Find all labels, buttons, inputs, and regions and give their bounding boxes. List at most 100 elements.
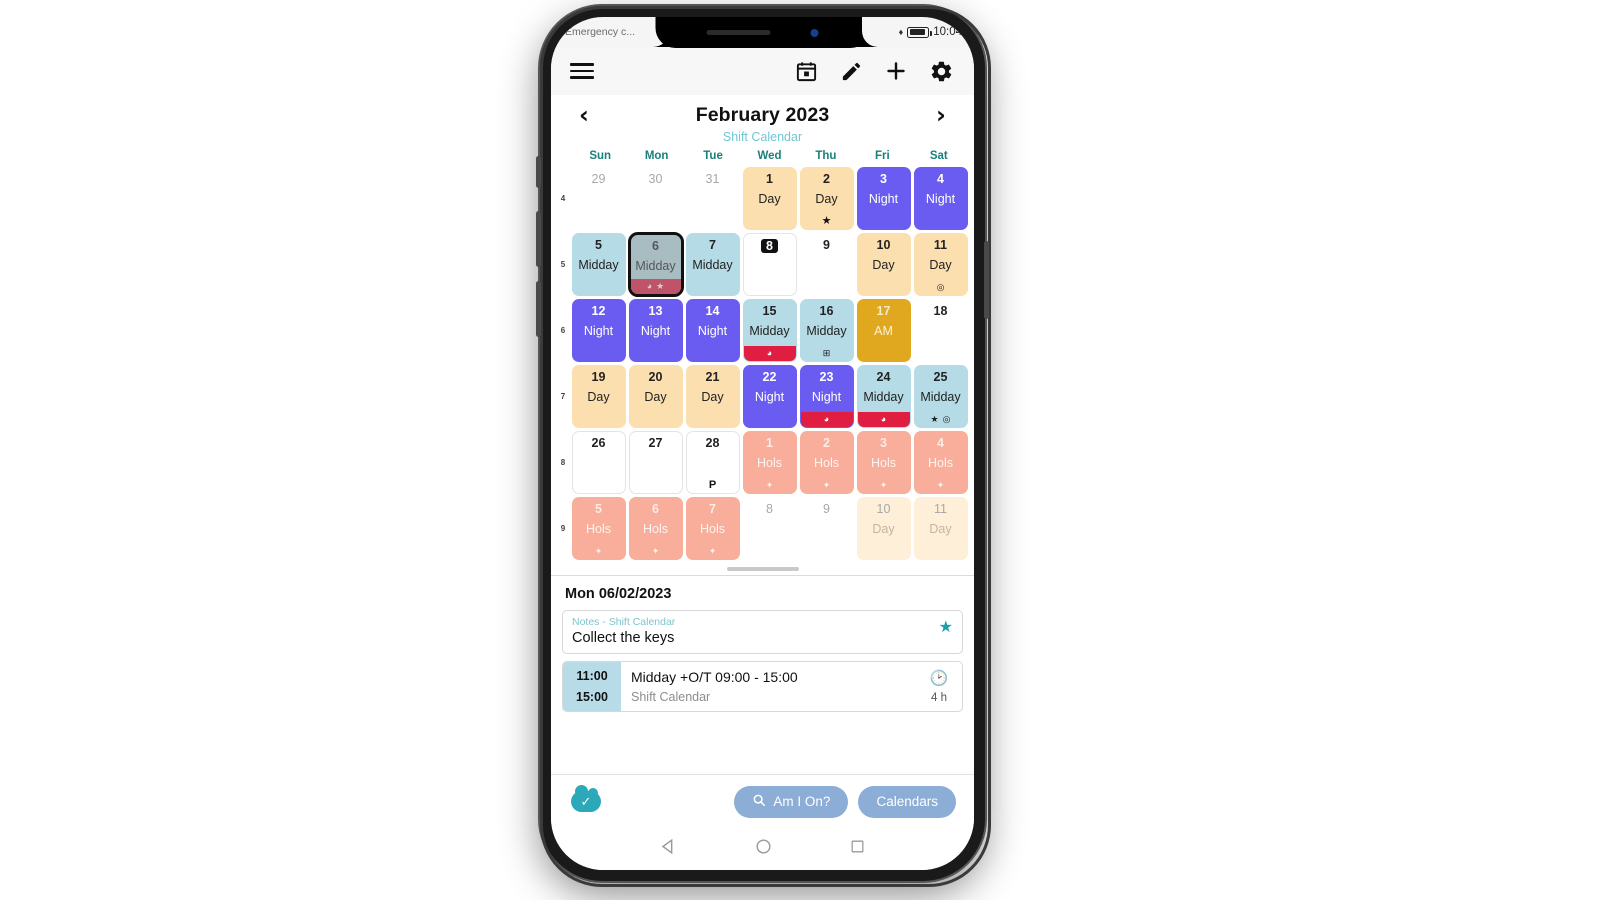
plus-icon: ✦ — [651, 545, 660, 556]
weeks-container: 4 29 30 31 1 Day 2 Day ★ 3 Night 4 Night 5 5 Midday 6 Mid… — [556, 165, 969, 561]
calendar-day-cell[interactable]: 27 — [628, 430, 683, 494]
day-number: 21 — [705, 369, 720, 384]
calendar-day-cell[interactable]: 31 — [685, 166, 740, 230]
day-number: 2 — [823, 435, 830, 450]
calendar-day-cell[interactable]: 10 Day — [856, 232, 911, 296]
day-number: 16 — [819, 303, 834, 318]
day-number: 11 — [934, 501, 947, 516]
day-badge-bar: ⊞ — [801, 346, 853, 361]
day-badge-bar: ◎ — [915, 280, 967, 295]
phone-screen: Emergency c... ♦ 10:04 ‹ February 2023 ›… — [551, 17, 974, 870]
phone-volume-down-button[interactable] — [536, 281, 541, 337]
shift-label: Day — [872, 522, 895, 536]
star-icon[interactable]: ★ — [939, 617, 953, 637]
shift-label: Midday — [806, 324, 847, 338]
calendar-day-cell[interactable]: 7 Midday — [685, 232, 740, 296]
window-icon: ⊞ — [822, 347, 831, 358]
calendar-day-cell[interactable]: 5 Hols ✦ — [571, 496, 626, 560]
calendars-button[interactable]: Calendars — [858, 785, 956, 818]
calendar-day-cell[interactable]: 14 Night — [685, 298, 740, 362]
pattern-marker: P — [708, 478, 717, 491]
home-circle-icon[interactable] — [754, 837, 773, 861]
plus-icon: ✦ — [822, 479, 831, 490]
shift-body: Midday +O/T 09:00 - 15:00 Shift Calendar — [621, 662, 916, 711]
plus-add-icon[interactable] — [879, 54, 913, 88]
calendar-day-cell[interactable]: 3 Night — [856, 166, 911, 230]
calendar-day-cell[interactable]: 2 Hols ✦ — [799, 430, 854, 494]
calendar-day-cell[interactable]: 13 Night — [628, 298, 683, 362]
calendar-day-cell[interactable]: 12 Night — [571, 298, 626, 362]
phone-mute-button[interactable] — [536, 156, 541, 188]
calendar-icon[interactable] — [789, 54, 823, 88]
calendar-day-cell[interactable]: 17 AM — [856, 298, 911, 362]
calendar-day-cell[interactable]: 9 — [799, 232, 854, 296]
calendar-day-cell[interactable]: 1 Hols ✦ — [742, 430, 797, 494]
calendar-day-cell[interactable]: 1 Day — [742, 166, 797, 230]
gear-settings-icon[interactable] — [924, 54, 958, 88]
cloud-sync-ok-icon[interactable]: ✓ — [571, 785, 601, 812]
day-badge-bar: ◕ ★ — [630, 278, 681, 294]
shift-meta: 🕑 4 h — [916, 662, 962, 711]
calendar-day-cell[interactable]: 8 — [742, 496, 797, 560]
calendar-day-cell[interactable]: 10 Day — [856, 496, 911, 560]
calendar-week-row: 7 19 Day 20 Day 21 Day 22 Night 23 Night ◕ 24 Midday ◕… — [556, 363, 969, 429]
calendar-day-cell[interactable]: 23 Night ◕ — [799, 364, 854, 428]
calendar-day-cell[interactable]: 4 Hols ✦ — [913, 430, 968, 494]
calendar-day-cell[interactable]: 26 — [571, 430, 626, 494]
calendar-day-cell[interactable]: 8 — [742, 232, 797, 296]
dow-sat: Sat — [929, 150, 948, 162]
shift-label: Day — [929, 522, 952, 536]
calendar-day-cell[interactable]: 28 P — [685, 430, 740, 494]
plus-icon: ✦ — [936, 479, 945, 490]
shift-label: Night — [640, 324, 671, 338]
calendar-day-cell[interactable]: 29 — [571, 166, 626, 230]
calendar-day-cell[interactable]: 21 Day — [685, 364, 740, 428]
app-toolbar — [551, 47, 974, 95]
calendar-day-cell[interactable]: 19 Day — [571, 364, 626, 428]
day-number: 7 — [709, 501, 716, 516]
calendar-day-cell[interactable]: 6 Midday ◕ ★ — [627, 231, 684, 297]
calendar-day-cell[interactable]: 2 Day ★ — [799, 166, 854, 230]
calendar-day-cell[interactable]: 16 Midday ⊞ — [799, 298, 854, 362]
day-number: 5 — [595, 501, 602, 516]
calendar-day-cell[interactable]: 4 Night — [913, 166, 968, 230]
shift-label: Hols — [585, 522, 611, 536]
back-triangle-icon[interactable] — [659, 837, 678, 861]
panel-drag-handle[interactable] — [726, 567, 799, 571]
am-i-on-button[interactable]: Am I On? — [734, 785, 849, 818]
search-icon — [752, 793, 766, 810]
dow-wed: Wed — [757, 150, 782, 162]
calendar-day-cell[interactable]: 15 Midday ◕ — [742, 298, 797, 362]
phone-volume-up-button[interactable] — [536, 211, 541, 267]
calendar-day-cell[interactable]: 5 Midday — [571, 232, 626, 296]
day-number: 22 — [762, 369, 777, 384]
shift-label: Day — [587, 390, 610, 404]
calendar-day-cell[interactable]: 9 — [799, 496, 854, 560]
day-number: 24 — [876, 369, 891, 384]
calendar-day-cell[interactable]: 18 — [913, 298, 968, 362]
calendar-day-cell[interactable]: 22 Night — [742, 364, 797, 428]
shift-label: Day — [644, 390, 667, 404]
calendar-day-cell[interactable]: 11 Day — [913, 496, 968, 560]
hamburger-menu-icon[interactable] — [565, 54, 599, 88]
calendar-day-cell[interactable]: 24 Midday ◕ — [856, 364, 911, 428]
status-clock: 10:04 — [933, 26, 962, 38]
shift-label: Night — [697, 324, 728, 338]
calendar-day-cell[interactable]: 6 Hols ✦ — [628, 496, 683, 560]
day-number: 17 — [876, 303, 891, 318]
dow-tue: Tue — [703, 150, 723, 162]
pencil-edit-icon[interactable] — [834, 54, 868, 88]
week-number: 8 — [560, 457, 566, 467]
prev-month-button[interactable]: ‹ — [571, 103, 597, 127]
calendar-day-cell[interactable]: 20 Day — [628, 364, 683, 428]
shift-card[interactable]: 11:00 15:00 Midday +O/T 09:00 - 15:00 Sh… — [562, 661, 963, 712]
calendar-day-cell[interactable]: 7 Hols ✦ — [685, 496, 740, 560]
calendar-day-cell[interactable]: 11 Day ◎ — [913, 232, 968, 296]
note-card[interactable]: Notes - Shift Calendar Collect the keys … — [562, 610, 963, 654]
calendar-day-cell[interactable]: 3 Hols ✦ — [856, 430, 911, 494]
calendar-day-cell[interactable]: 25 Midday ★ ◎ — [913, 364, 968, 428]
next-month-button[interactable]: › — [928, 103, 954, 127]
recents-square-icon[interactable] — [849, 838, 866, 860]
phone-power-button[interactable] — [984, 241, 989, 319]
calendar-day-cell[interactable]: 30 — [628, 166, 683, 230]
